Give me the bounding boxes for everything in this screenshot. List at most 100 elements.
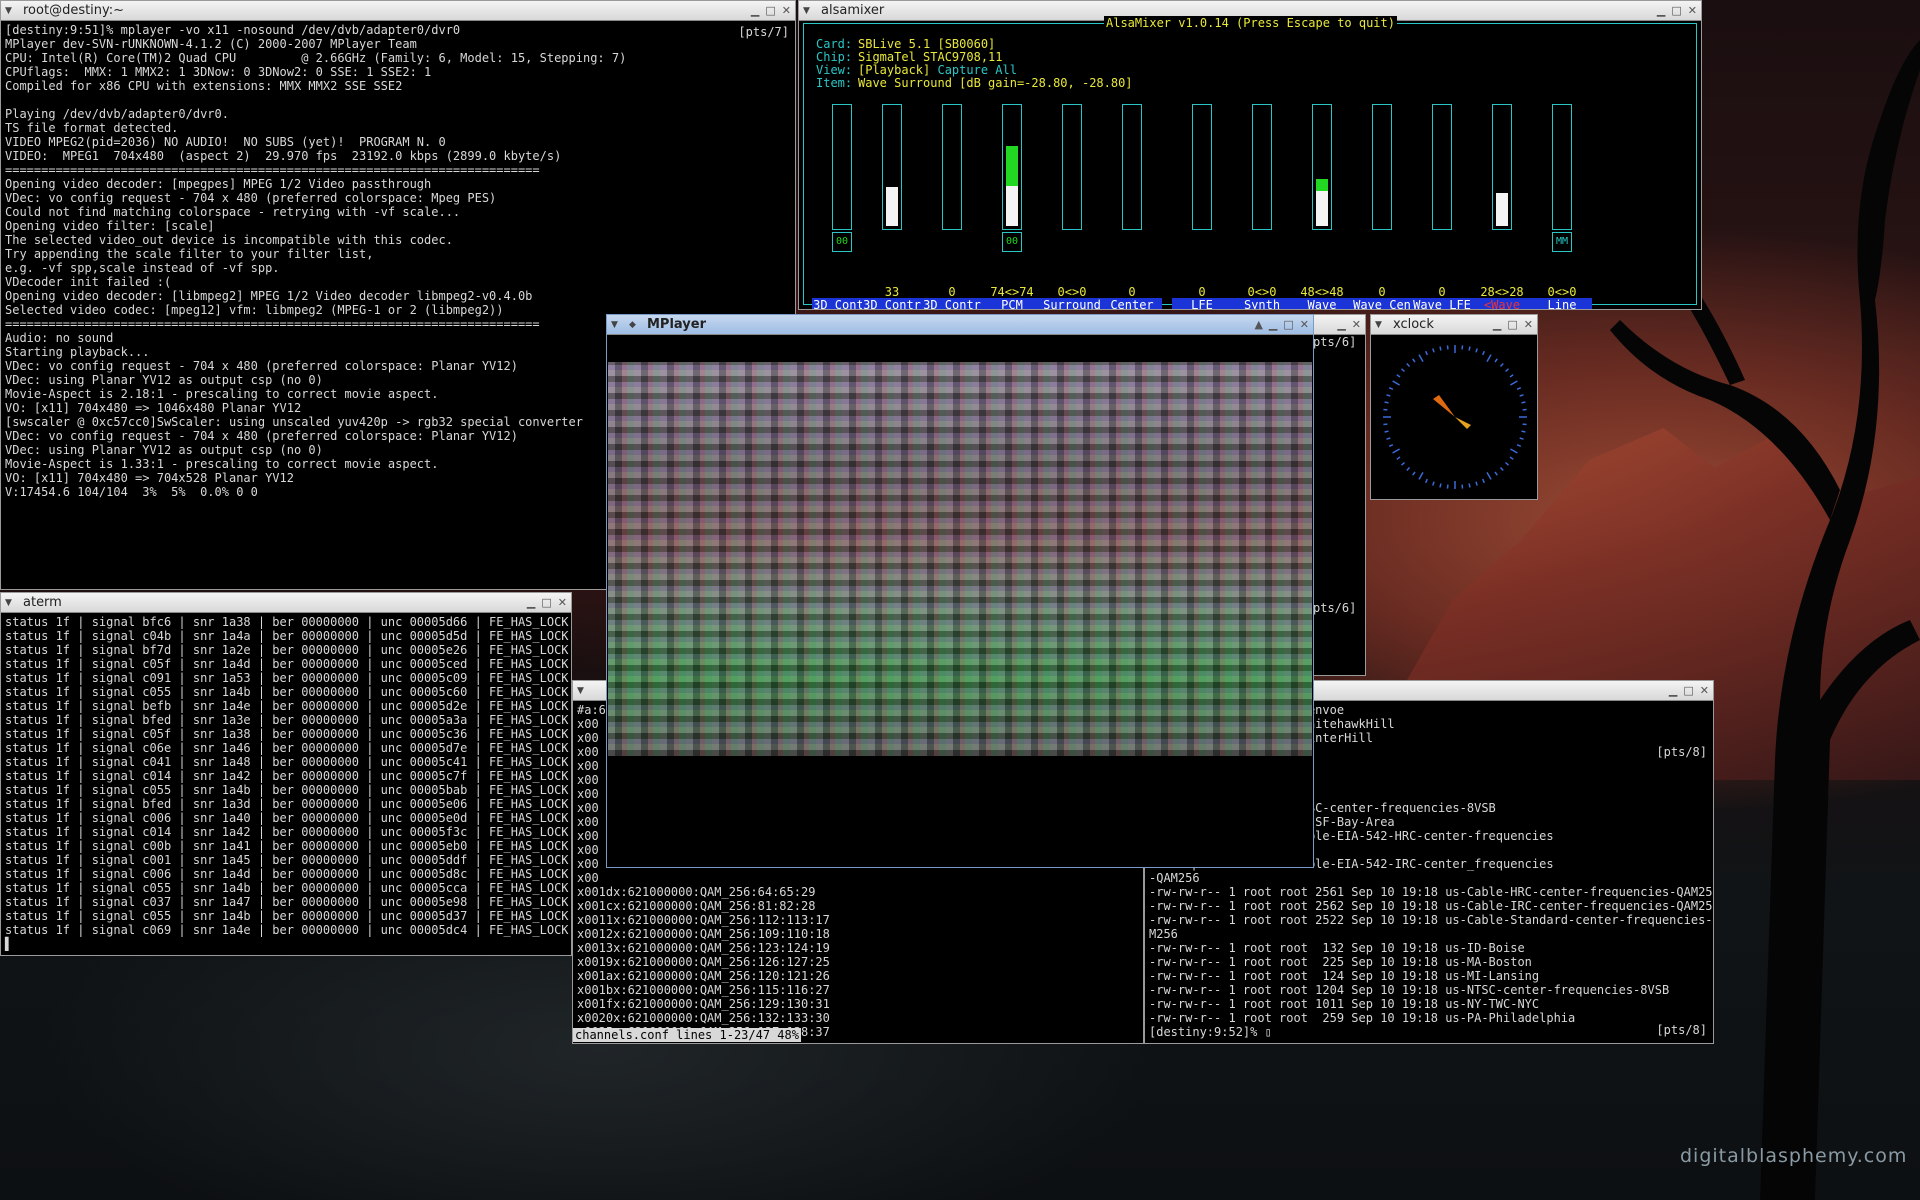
- clock-tick: [1386, 394, 1391, 397]
- shade-icon[interactable]: ◆: [629, 320, 641, 330]
- mixer-channel[interactable]: 0 LFE: [1172, 104, 1232, 309]
- channel-name[interactable]: Wave: [1292, 298, 1352, 309]
- clock-tick: [1486, 354, 1492, 362]
- window-menu-icon[interactable]: ▼: [803, 6, 815, 16]
- titlebar[interactable]: ▼ ◆ MPlayer ▲ ▁ □ ✕: [607, 315, 1313, 335]
- channel-name[interactable]: Surround: [1042, 298, 1102, 309]
- window-menu-icon[interactable]: ▼: [577, 686, 589, 696]
- minimize-icon[interactable]: ▁: [1657, 4, 1665, 17]
- mixer-channel[interactable]: 0 Wave Cen: [1352, 104, 1412, 309]
- titlebar[interactable]: ▼ aterm ▁ □ ✕: [1, 593, 571, 613]
- volume-bar[interactable]: [1312, 104, 1332, 230]
- mixer-channel[interactable]: 0 Center: [1102, 104, 1162, 309]
- mixer-channel[interactable]: 28<>28<Wave Sur>: [1472, 104, 1532, 309]
- window-menu-icon[interactable]: ▼: [5, 6, 17, 16]
- alsamixer-header: AlsaMixer v1.0.14 (Press Escape to quit): [1104, 16, 1397, 30]
- close-icon[interactable]: ✕: [1352, 318, 1361, 331]
- maximize-icon[interactable]: □: [1283, 318, 1293, 331]
- channel-name[interactable]: LFE: [1172, 298, 1232, 309]
- volume-bar[interactable]: [882, 104, 902, 230]
- volume-bar[interactable]: [832, 104, 852, 230]
- mixer-channel[interactable]: 00 74<>74 PCM: [982, 104, 1042, 309]
- card-value: SBLive 5.1 [SB0060]: [858, 37, 996, 51]
- video-area[interactable]: [608, 336, 1312, 866]
- titlebar[interactable]: ▁ ✕: [1311, 315, 1365, 335]
- view-all[interactable]: All: [995, 63, 1017, 77]
- mixer-channel[interactable]: 0<>0 Surround: [1042, 104, 1102, 309]
- volume-bar[interactable]: [1552, 104, 1572, 230]
- mixer-channel[interactable]: 0 3D Contr: [922, 104, 982, 309]
- channel-name[interactable]: Wave Cen: [1352, 298, 1412, 309]
- clock-tick: [1432, 348, 1435, 353]
- terminal-window-hidden[interactable]: ▁ ✕ pts/6] pts/6]: [1310, 314, 1366, 676]
- channel-name[interactable]: 3D Contr: [922, 298, 982, 309]
- volume-bar[interactable]: [1192, 104, 1212, 230]
- channel-name[interactable]: Synth: [1232, 298, 1292, 309]
- close-icon[interactable]: ✕: [1688, 4, 1697, 17]
- volume-bar[interactable]: [1062, 104, 1082, 230]
- maximize-icon[interactable]: □: [541, 596, 551, 609]
- corrupted-video-frame: [608, 362, 1312, 756]
- close-icon[interactable]: ✕: [1700, 684, 1709, 697]
- terminal-line: -rw-rw-r-- 1 root root 1011 Sep 10 19:18…: [1149, 997, 1540, 1011]
- shade-icon[interactable]: ▲: [1254, 318, 1262, 331]
- titlebar[interactable]: ▼ xclock ▁ □ ✕: [1371, 315, 1537, 335]
- channel-name[interactable]: Wave LFE: [1412, 298, 1472, 309]
- clock-tick: [1482, 350, 1485, 356]
- maximize-icon[interactable]: □: [1671, 4, 1681, 17]
- terminal-output[interactable]: status 1f | signal bfc6 | snr 1a38 | ber…: [1, 613, 571, 953]
- channel-value: 0<>0: [1247, 285, 1277, 299]
- alsamixer-window[interactable]: ▼ alsamixer ▁ □ ✕ AlsaMixer v1.0.14 (Pre…: [798, 0, 1702, 310]
- mixer-channel[interactable]: 33 3D Contr: [862, 104, 922, 309]
- minimize-icon[interactable]: ▁: [1269, 318, 1277, 331]
- mute-toggle[interactable]: 00: [832, 232, 852, 252]
- window-menu-icon[interactable]: ▼: [5, 598, 17, 608]
- channel-name[interactable]: <Wave Sur>: [1472, 298, 1532, 309]
- mixer-channel[interactable]: 0 Wave LFE: [1412, 104, 1472, 309]
- maximize-icon[interactable]: □: [765, 4, 775, 17]
- terminal-line: status 1f | signal c055 | snr 1a4b | ber…: [5, 909, 569, 923]
- terminal-line: -rw-rw-r-- 1 root root 132 Sep 10 19:18 …: [1149, 941, 1525, 955]
- clock-tick: [1386, 437, 1391, 440]
- minimize-icon[interactable]: ▁: [527, 596, 535, 609]
- close-icon[interactable]: ✕: [782, 4, 791, 17]
- mplayer-window[interactable]: ▼ ◆ MPlayer ▲ ▁ □ ✕: [606, 314, 1314, 868]
- volume-bar[interactable]: [1432, 104, 1452, 230]
- minimize-icon[interactable]: ▁: [1337, 318, 1345, 331]
- minimize-icon[interactable]: ▁: [1669, 684, 1677, 697]
- volume-bar[interactable]: [1122, 104, 1142, 230]
- channel-name[interactable]: Center: [1102, 298, 1162, 309]
- view-capture[interactable]: Capture: [937, 63, 988, 77]
- close-icon[interactable]: ✕: [558, 596, 567, 609]
- channel-name[interactable]: PCM: [982, 298, 1042, 309]
- channel-name[interactable]: Line: [1532, 298, 1592, 309]
- window-title: MPlayer: [647, 317, 706, 332]
- minimize-icon[interactable]: ▁: [751, 4, 759, 17]
- mixer-channel[interactable]: 48<>48 Wave: [1292, 104, 1352, 309]
- maximize-icon[interactable]: □: [1507, 318, 1517, 331]
- maximize-icon[interactable]: □: [1683, 684, 1693, 697]
- mixer-channel[interactable]: MM 0<>0 Line: [1532, 104, 1592, 309]
- minimize-icon[interactable]: ▁: [1493, 318, 1501, 331]
- mute-toggle[interactable]: MM: [1552, 232, 1572, 252]
- window-menu-icon[interactable]: ▼: [611, 320, 623, 330]
- mixer-channel[interactable]: 0<>0 Synth: [1232, 104, 1292, 309]
- mute-toggle[interactable]: 00: [1002, 232, 1022, 252]
- close-icon[interactable]: ✕: [1524, 318, 1533, 331]
- volume-bar[interactable]: [1252, 104, 1272, 230]
- volume-bar[interactable]: [1372, 104, 1392, 230]
- volume-bar[interactable]: [1002, 104, 1022, 230]
- window-menu-icon[interactable]: ▼: [1375, 320, 1387, 330]
- volume-bar[interactable]: [1492, 104, 1512, 230]
- volume-level-green: [1006, 146, 1018, 186]
- view-playback[interactable]: [Playback]: [858, 63, 930, 77]
- volume-bar[interactable]: [942, 104, 962, 230]
- xclock-window[interactable]: ▼ xclock ▁ □ ✕: [1370, 314, 1538, 500]
- titlebar[interactable]: ▼ root@destiny:~ ▁ □ ✕: [1, 1, 795, 21]
- aterm-window[interactable]: ▼ aterm ▁ □ ✕ status 1f | signal bfc6 | …: [0, 592, 572, 956]
- clock-tick: [1516, 387, 1522, 390]
- channel-value: 0<>0: [1547, 285, 1577, 299]
- terminal-line: Playing /dev/dvb/adapter0/dvr0.: [5, 107, 229, 121]
- close-icon[interactable]: ✕: [1300, 318, 1309, 331]
- channel-name[interactable]: 3D Contr: [862, 298, 922, 309]
